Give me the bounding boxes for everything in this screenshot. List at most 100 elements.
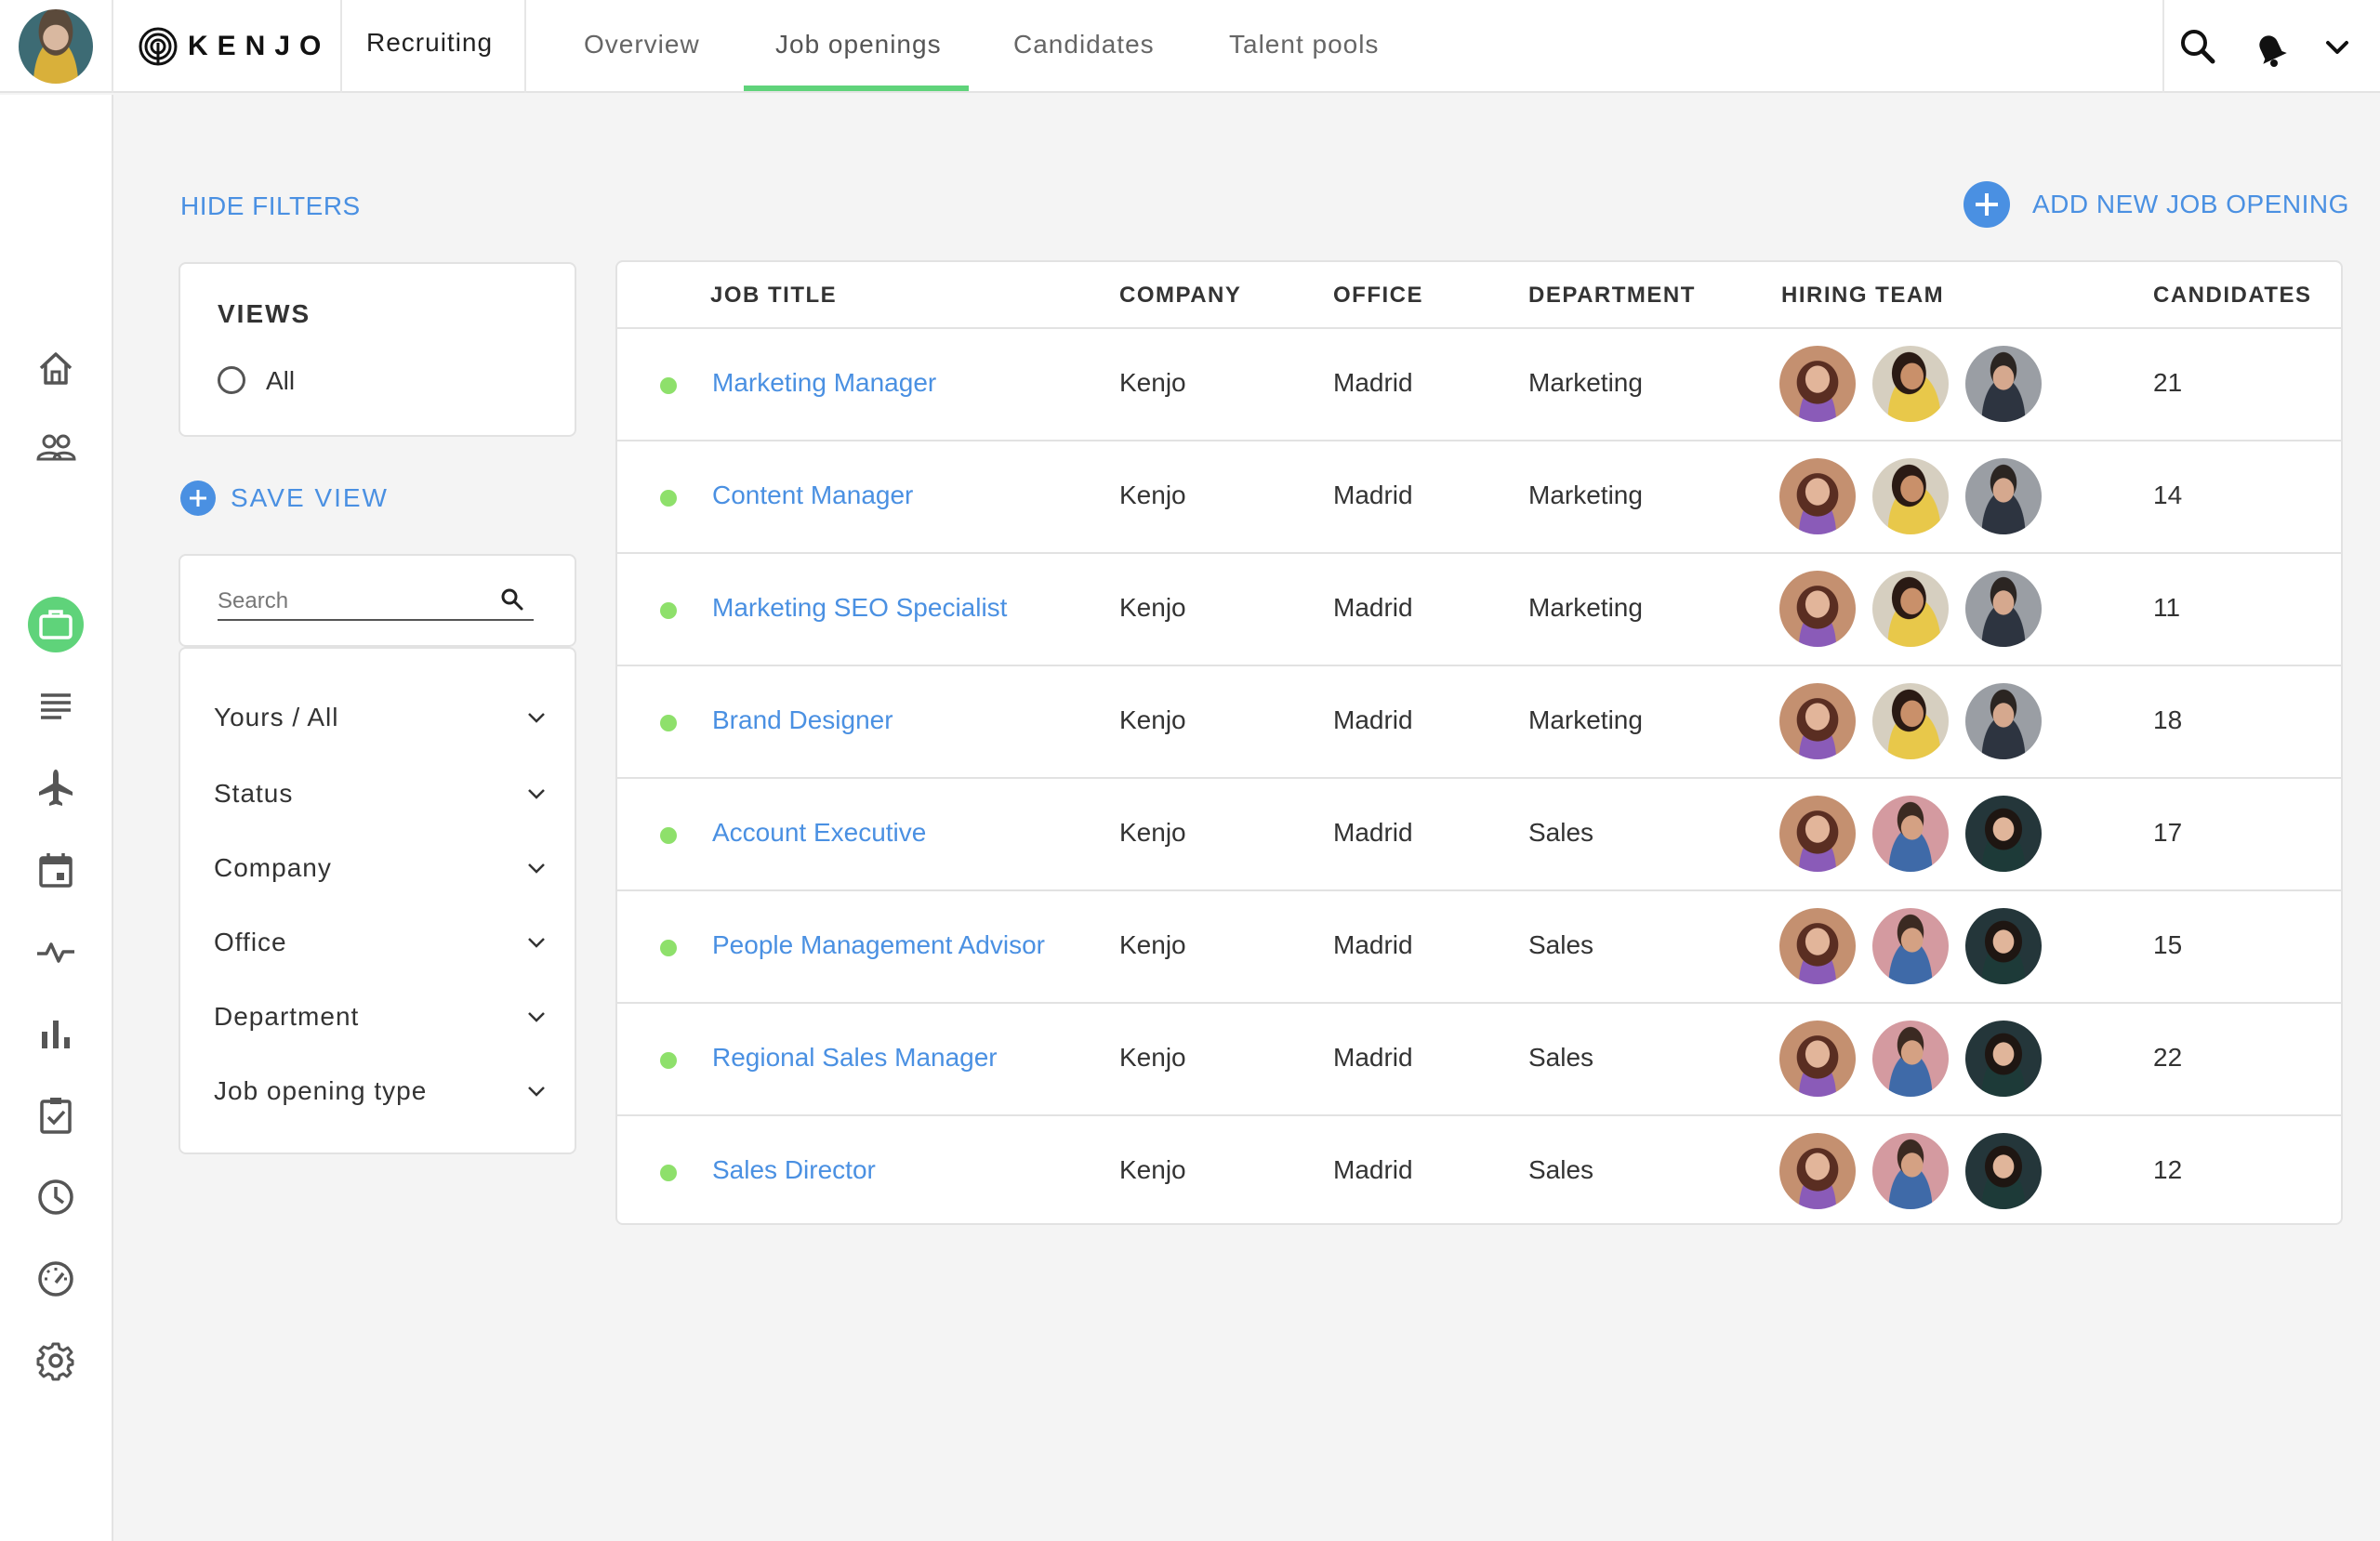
pulse-icon[interactable] (33, 929, 78, 974)
job-openings-table: JOB TITLE COMPANY OFFICE DEPARTMENT HIRI… (615, 260, 2343, 1225)
job-title-link[interactable]: Regional Sales Manager (712, 1043, 998, 1073)
candidates-count[interactable]: 18 (2153, 705, 2182, 735)
tab-candidates[interactable]: Candidates (1013, 30, 1155, 59)
column-header-company[interactable]: COMPANY (1119, 283, 1241, 309)
list-icon[interactable] (33, 684, 78, 729)
department-cell: Marketing (1528, 593, 1643, 622)
avatar[interactable] (1965, 346, 2042, 422)
job-title-link[interactable]: Marketing SEO Specialist (712, 593, 1007, 623)
table-row[interactable]: Content Manager Kenjo Madrid Marketing 1… (617, 440, 2341, 552)
column-header-office[interactable]: OFFICE (1333, 283, 1423, 309)
candidates-count[interactable]: 15 (2153, 930, 2182, 960)
table-row[interactable]: People Management Advisor Kenjo Madrid S… (617, 889, 2341, 1002)
people-icon[interactable] (33, 426, 78, 470)
table-row[interactable]: Marketing Manager Kenjo Madrid Marketing… (617, 327, 2341, 440)
avatar[interactable] (1779, 571, 1856, 647)
status-dot (660, 1052, 677, 1069)
avatar[interactable] (1779, 1133, 1856, 1209)
add-new-job-opening-button[interactable]: ADD NEW JOB OPENING (1964, 180, 2349, 229)
candidates-count[interactable]: 17 (2153, 818, 2182, 848)
gauge-icon[interactable] (33, 1257, 78, 1301)
avatar[interactable] (1872, 1133, 1949, 1209)
bar-chart-icon[interactable] (33, 1011, 78, 1056)
column-header-hiring-team[interactable]: HIRING TEAM (1781, 283, 1944, 309)
table-row[interactable]: Sales Director Kenjo Madrid Sales 12 (617, 1114, 2341, 1227)
avatar[interactable] (1965, 458, 2042, 534)
avatar[interactable] (1779, 458, 1856, 534)
candidates-count[interactable]: 22 (2153, 1043, 2182, 1073)
filter-office[interactable]: Office (214, 922, 549, 963)
avatar[interactable] (1872, 1021, 1949, 1097)
avatar[interactable] (1872, 908, 1949, 984)
filter-job-opening-type[interactable]: Job opening type (214, 1071, 549, 1112)
avatar[interactable] (1872, 571, 1949, 647)
notification-bell-icon[interactable] (2248, 24, 2293, 69)
column-header-job-title[interactable]: JOB TITLE (710, 283, 837, 309)
search-input[interactable] (218, 584, 534, 621)
user-avatar[interactable] (19, 9, 93, 84)
avatar[interactable] (1779, 346, 1856, 422)
job-title-link[interactable]: Content Manager (712, 481, 913, 510)
avatar[interactable] (1965, 571, 2042, 647)
avatar[interactable] (1965, 796, 2042, 872)
checklist-icon[interactable] (33, 1093, 78, 1138)
job-title-link[interactable]: People Management Advisor (712, 930, 1045, 960)
avatar[interactable] (1872, 346, 1949, 422)
avatar[interactable] (1872, 458, 1949, 534)
table-row[interactable]: Brand Designer Kenjo Madrid Marketing 18 (617, 665, 2341, 777)
avatar[interactable] (1965, 1133, 2042, 1209)
search-icon[interactable] (498, 586, 526, 613)
job-title-link[interactable]: Brand Designer (712, 705, 893, 735)
avatar[interactable] (1779, 683, 1856, 759)
company-cell: Kenjo (1119, 1043, 1186, 1072)
candidates-count[interactable]: 21 (2153, 368, 2182, 398)
tab-overview[interactable]: Overview (584, 30, 700, 59)
status-dot (660, 940, 677, 956)
column-header-candidates[interactable]: CANDIDATES (2153, 283, 2312, 309)
company-cell: Kenjo (1119, 818, 1186, 847)
job-title-link[interactable]: Account Executive (712, 818, 926, 848)
view-all-radio[interactable] (218, 366, 245, 394)
gear-icon[interactable] (33, 1338, 78, 1383)
kenjo-logo[interactable]: KENJO (138, 26, 330, 67)
clock-icon[interactable] (33, 1175, 78, 1219)
avatar[interactable] (1872, 683, 1949, 759)
tab-talent-pools[interactable]: Talent pools (1229, 30, 1379, 59)
avatar[interactable] (1965, 683, 2042, 759)
filter-yours-all[interactable]: Yours / All (214, 697, 549, 738)
save-view-label: SAVE VIEW (231, 483, 389, 512)
airplane-icon[interactable] (33, 766, 78, 810)
view-all-label[interactable]: All (266, 366, 295, 396)
divider (340, 0, 342, 93)
column-header-department[interactable]: DEPARTMENT (1528, 283, 1696, 309)
candidates-count[interactable]: 11 (2153, 593, 2180, 623)
table-row[interactable]: Account Executive Kenjo Madrid Sales 17 (617, 777, 2341, 889)
filter-company[interactable]: Company (214, 848, 549, 889)
briefcase-icon[interactable] (33, 602, 78, 647)
filter-status[interactable]: Status (214, 773, 549, 814)
filter-label: Company (214, 853, 332, 882)
hide-filters-link[interactable]: HIDE FILTERS (180, 191, 361, 221)
status-dot (660, 715, 677, 731)
table-row[interactable]: Regional Sales Manager Kenjo Madrid Sale… (617, 1002, 2341, 1114)
tab-job-openings[interactable]: Job openings (775, 30, 942, 59)
chevron-down-icon (528, 863, 545, 874)
avatar[interactable] (1779, 796, 1856, 872)
avatar[interactable] (1965, 1021, 2042, 1097)
job-title-link[interactable]: Marketing Manager (712, 368, 936, 398)
avatar[interactable] (1965, 908, 2042, 984)
save-view-button[interactable]: SAVE VIEW (180, 480, 389, 517)
job-title-link[interactable]: Sales Director (712, 1155, 876, 1185)
avatar[interactable] (1872, 796, 1949, 872)
avatar[interactable] (1779, 908, 1856, 984)
avatar[interactable] (1779, 1021, 1856, 1097)
candidates-count[interactable]: 12 (2153, 1155, 2182, 1185)
table-row[interactable]: Marketing SEO Specialist Kenjo Madrid Ma… (617, 552, 2341, 665)
search-icon[interactable] (2175, 24, 2220, 69)
divider (2162, 0, 2164, 93)
candidates-count[interactable]: 14 (2153, 481, 2182, 510)
calendar-icon[interactable] (33, 848, 78, 892)
home-icon[interactable] (33, 346, 78, 390)
filter-department[interactable]: Department (214, 996, 549, 1037)
chevron-down-icon[interactable] (2315, 24, 2360, 69)
